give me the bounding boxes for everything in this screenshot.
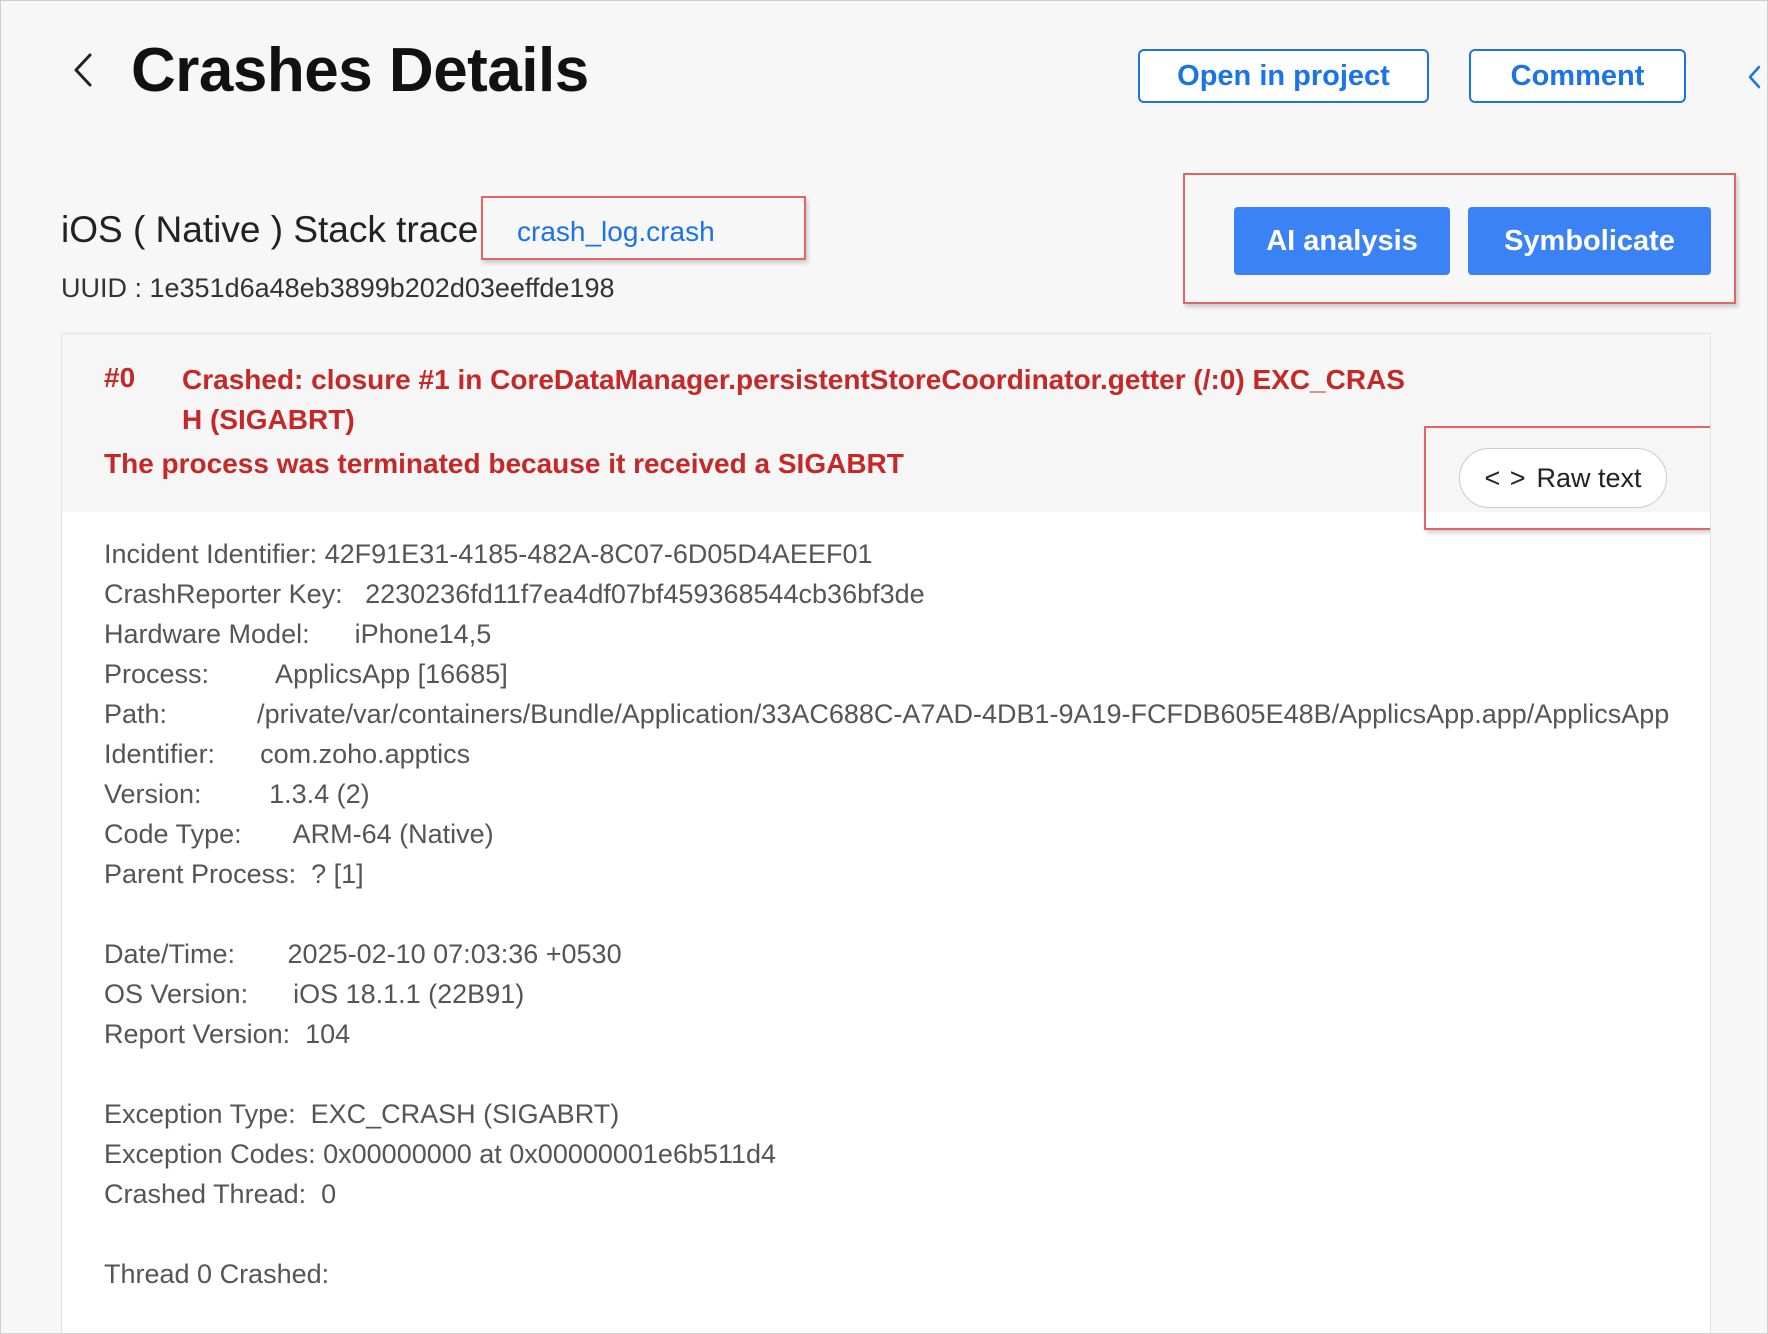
log-line: Hardware Model: iPhone14,5 [104,619,492,649]
crash-log: Incident Identifier: 42F91E31-4185-482A-… [104,534,1684,1294]
comment-button[interactable]: Comment [1469,49,1686,103]
log-line: Parent Process: ? [1] [104,859,364,889]
log-line: Incident Identifier: 42F91E31-4185-482A-… [104,539,873,569]
raw-text-label: Raw text [1536,462,1642,493]
frame-index: #0 [104,362,136,393]
collapse-panel-button[interactable] [1745,63,1765,91]
log-line: Thread 0 Crashed: [104,1259,330,1289]
log-line: Crashed Thread: 0 [104,1179,337,1209]
code-icon: < > [1484,462,1527,493]
open-in-project-button[interactable]: Open in project [1138,49,1429,103]
stack-trace-title: iOS ( Native ) Stack trace [61,209,479,250]
symbolicate-button[interactable]: Symbolicate [1468,207,1711,275]
log-line: Process: ApplicsApp [16685] [104,659,508,689]
uuid-label: UUID : 1e351d6a48eb3899b202d03eeffde198 [61,273,615,303]
crash-file-link[interactable]: crash_log.crash [517,216,715,248]
log-line: Report Version: 104 [104,1019,351,1049]
back-button[interactable] [65,45,101,95]
page-title: Crashes Details [131,36,589,105]
crash-reason: The process was terminated because it re… [104,448,904,479]
crash-title: Crashed: closure #1 in CoreDataManager.p… [182,364,1405,435]
chevron-left-icon [74,53,92,87]
stack-trace-panel: #0 Crashed: closure #1 in CoreDataManage… [61,333,1711,1333]
log-line: CrashReporter Key: 2230236fd11f7ea4df07b… [104,579,925,609]
chevron-left-icon [1748,65,1761,89]
log-line: Exception Codes: 0x00000000 at 0x0000000… [104,1139,777,1169]
log-line: Path: /private/var/containers/Bundle/App… [104,699,1670,729]
log-line: Identifier: com.zoho.apptics [104,739,471,769]
log-line: Date/Time: 2025-02-10 07:03:36 +0530 [104,939,622,969]
ai-analysis-button[interactable]: AI analysis [1234,207,1450,275]
log-line: Version: 1.3.4 (2) [104,779,370,809]
log-line: OS Version: iOS 18.1.1 (22B91) [104,979,525,1009]
log-line: Code Type: ARM-64 (Native) [104,819,494,849]
crash-details-page: Crashes Details Open in project Comment … [0,0,1768,1334]
log-line: Exception Type: EXC_CRASH (SIGABRT) [104,1099,620,1129]
actions-highlight: AI analysis Symbolicate [1183,173,1736,304]
raw-text-button[interactable]: < > Raw text [1459,448,1667,508]
crash-file-highlight: crash_log.crash [481,196,806,260]
raw-text-highlight: < > Raw text [1424,426,1710,530]
